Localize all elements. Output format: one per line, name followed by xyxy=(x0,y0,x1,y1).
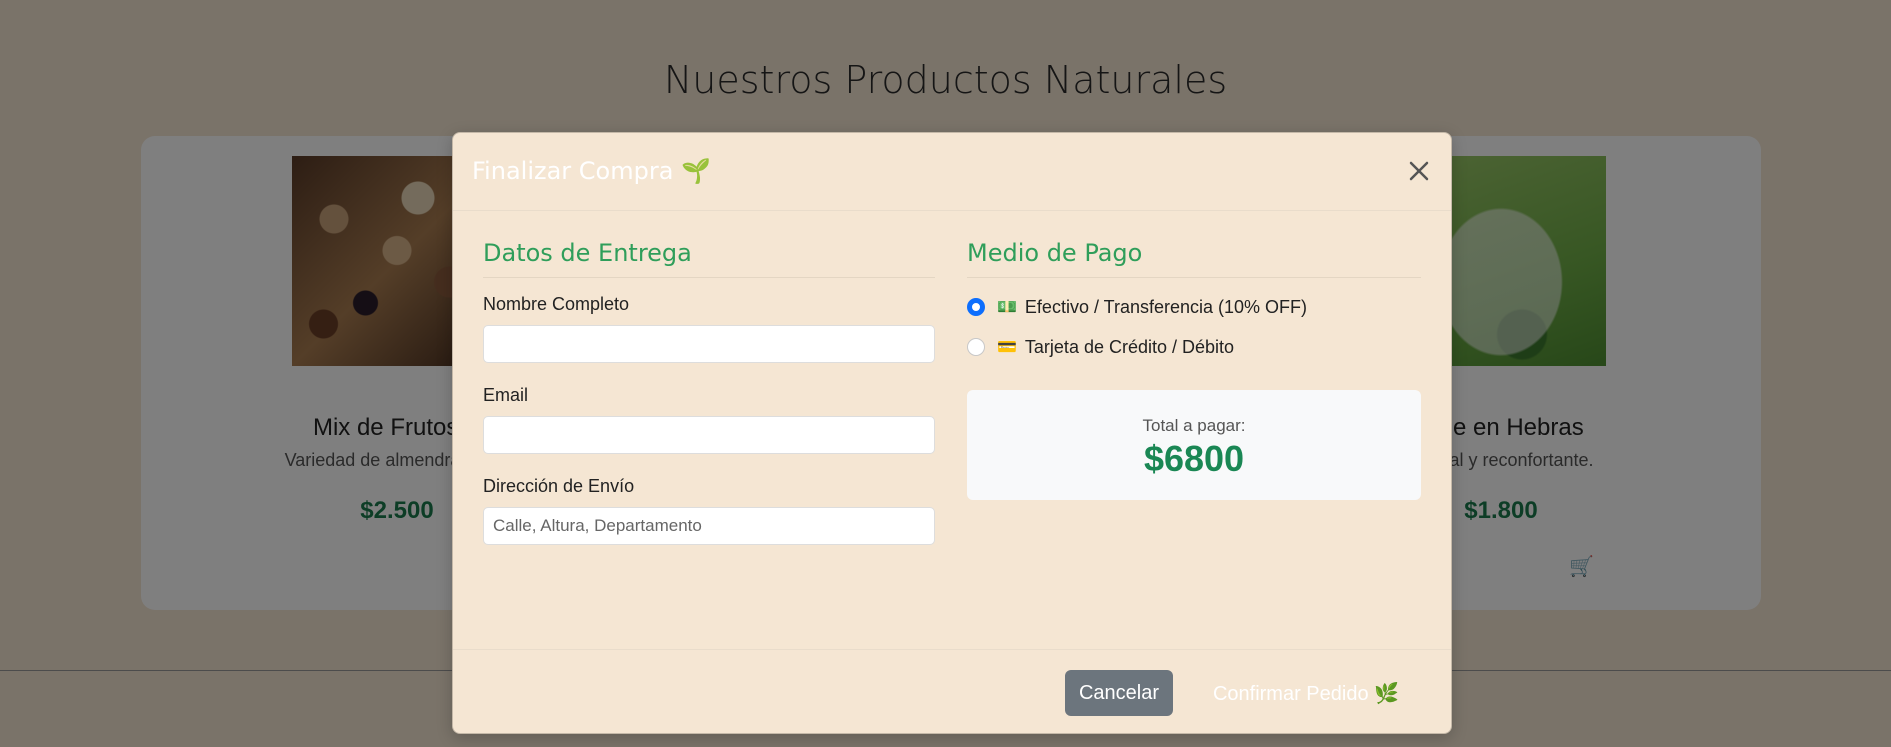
checkout-modal: Finalizar Compra 🌱 Datos de Entrega Nomb… xyxy=(452,132,1452,734)
payment-option-label: Tarjeta de Crédito / Débito xyxy=(1024,336,1235,357)
payment-option-card[interactable]: 💳 Tarjeta de Crédito / Débito xyxy=(967,334,1421,360)
confirm-order-button[interactable]: Confirmar Pedido 🌿 xyxy=(1186,670,1426,716)
modal-header: Finalizar Compra 🌱 xyxy=(453,133,1451,211)
total-label: Total a pagar: xyxy=(1142,416,1246,435)
modal-title: Finalizar Compra 🌱 xyxy=(472,157,711,185)
name-field[interactable] xyxy=(483,325,935,363)
address-label: Dirección de Envío xyxy=(483,476,635,496)
close-icon xyxy=(1409,161,1429,181)
delivery-section: Datos de Entrega Nombre Completo Email D… xyxy=(483,239,935,545)
payment-title: Medio de Pago xyxy=(967,239,1421,278)
payment-option-label: Efectivo / Transferencia (10% OFF) xyxy=(1024,296,1308,317)
credit-card-icon: 💳 xyxy=(997,339,1017,356)
delivery-title: Datos de Entrega xyxy=(483,239,935,278)
cancel-button[interactable]: Cancelar xyxy=(1065,670,1173,716)
cash-icon: 💵 xyxy=(997,299,1017,316)
payment-option-cash[interactable]: 💵 Efectivo / Transferencia (10% OFF) xyxy=(967,294,1421,320)
email-field[interactable] xyxy=(483,416,935,454)
email-label: Email xyxy=(483,385,529,405)
payment-section: Medio de Pago 💵 Efectivo / Transferencia… xyxy=(967,239,1421,500)
total-value: $6800 xyxy=(1143,438,1245,479)
modal-body: Datos de Entrega Nombre Completo Email D… xyxy=(453,211,1451,650)
close-button[interactable] xyxy=(1403,155,1435,187)
address-field[interactable] xyxy=(483,507,935,545)
total-box: Total a pagar: $6800 xyxy=(967,390,1421,500)
modal-footer: Cancelar Confirmar Pedido 🌿 xyxy=(453,650,1451,734)
radio-card[interactable] xyxy=(967,338,985,356)
name-label: Nombre Completo xyxy=(483,294,630,314)
radio-cash[interactable] xyxy=(967,298,985,316)
